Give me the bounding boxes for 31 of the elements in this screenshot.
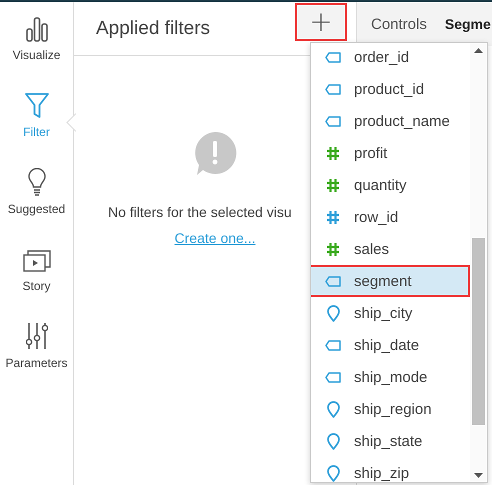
- sidebar-item[interactable]: Parameters: [0, 320, 73, 397]
- field-menu-item[interactable]: segment: [311, 265, 470, 297]
- slides-play-icon: [22, 249, 50, 273]
- alert-bubble-icon: [193, 131, 237, 176]
- bar-chart-icon: [26, 16, 48, 42]
- field-menu-item[interactable]: profit: [311, 137, 470, 169]
- tab[interactable]: Controls: [371, 16, 427, 32]
- field-menu-item[interactable]: product_name: [311, 105, 470, 137]
- scrollbar[interactable]: [470, 43, 487, 482]
- field-menu-item[interactable]: quantity: [311, 169, 470, 201]
- field-menu-item[interactable]: ship_zip: [311, 457, 470, 482]
- field-menu-item[interactable]: row_id: [311, 201, 470, 233]
- field-menu-item[interactable]: ship_city: [311, 297, 470, 329]
- sidebar-item[interactable]: Story: [0, 243, 73, 320]
- field-menu-item[interactable]: product_id: [311, 73, 470, 105]
- sidebar-item[interactable]: Visualize: [0, 12, 73, 89]
- tab[interactable]: Segme: [444, 16, 491, 32]
- field-menu-item[interactable]: ship_date: [311, 329, 470, 361]
- filter-icon: [24, 93, 48, 119]
- field-menu-item[interactable]: order_id: [311, 43, 470, 73]
- add-filter-button[interactable]: +: [295, 2, 347, 40]
- sidebar-item[interactable]: Suggested: [0, 166, 73, 243]
- field-menu-item[interactable]: ship_state: [311, 425, 470, 457]
- sliders-icon: [26, 322, 48, 350]
- empty-message: No filters for the selected visu: [108, 204, 292, 220]
- scroll-down-icon[interactable]: [474, 472, 483, 478]
- field-menu-item[interactable]: sales: [311, 233, 470, 265]
- field-menu-item[interactable]: ship_region: [311, 393, 470, 425]
- field-menu-item[interactable]: ship_mode: [311, 361, 470, 393]
- lightbulb-icon: [28, 168, 46, 196]
- panel-title: Applied filters: [96, 18, 212, 40]
